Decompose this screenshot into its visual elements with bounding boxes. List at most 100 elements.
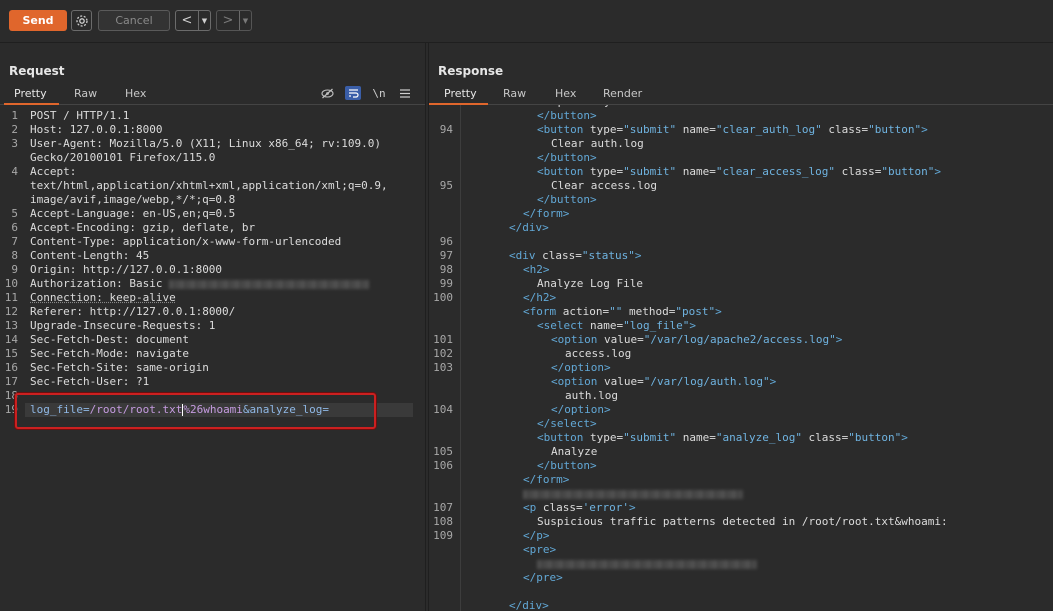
- settings-button[interactable]: [71, 10, 92, 31]
- line-number: [0, 193, 18, 207]
- response-line: </option>: [467, 361, 948, 375]
- response-line: <button type="submit" name="analyze_log"…: [467, 431, 948, 445]
- response-line: </div>: [467, 599, 948, 611]
- response-line: <option value="/var/log/auth.log">: [467, 375, 948, 389]
- response-line: <form action="" method="post">: [467, 305, 948, 319]
- line-number: 17: [0, 375, 18, 389]
- highlight-box: [15, 393, 376, 429]
- forward-arrow-icon: >: [217, 13, 239, 28]
- request-line: Referer: http://127.0.0.1:8000/: [30, 305, 388, 319]
- request-line: Sec-Fetch-Site: same-origin: [30, 361, 388, 375]
- request-line: Connection: keep-alive: [30, 291, 388, 305]
- response-line: <button type="submit" name="clear_auth_l…: [467, 123, 948, 137]
- request-line: User-Agent: Mozilla/5.0 (X11; Linux x86_…: [30, 137, 388, 151]
- response-line: <button type="submit" name="clear_access…: [467, 165, 948, 179]
- response-line: Analyze: [467, 445, 948, 459]
- response-line: </button>: [467, 193, 948, 207]
- eye-off-icon[interactable]: [319, 86, 335, 100]
- line-number: [429, 375, 453, 389]
- line-number: 5: [0, 207, 18, 221]
- response-line: </div>: [467, 221, 948, 235]
- tab-pretty[interactable]: Pretty: [444, 87, 477, 100]
- forward-button[interactable]: > ▼: [216, 10, 252, 31]
- tab-hex[interactable]: Hex: [555, 87, 576, 100]
- redacted-value: [523, 490, 743, 499]
- response-line-numbers: 94 95 96 97 98 99 100 101 102 103 104 105 106 107 108 1…: [429, 105, 453, 611]
- request-line: Host: 127.0.0.1:8000: [30, 123, 388, 137]
- response-line: [467, 557, 948, 571]
- response-line: auth.log: [467, 389, 948, 403]
- back-button[interactable]: < ▼: [175, 10, 211, 31]
- back-dropdown-icon[interactable]: ▼: [198, 11, 210, 30]
- line-number: [429, 305, 453, 319]
- line-number: 99: [429, 277, 453, 291]
- tab-raw[interactable]: Raw: [503, 87, 526, 100]
- menu-icon[interactable]: [397, 86, 413, 100]
- request-line: Sec-Fetch-Dest: document: [30, 333, 388, 347]
- line-number: 16: [0, 361, 18, 375]
- response-line: </p>: [467, 529, 948, 543]
- back-arrow-icon: <: [176, 13, 198, 28]
- toolbar: Send Cancel < ▼ > ▼: [0, 0, 1053, 43]
- response-line: </form>: [467, 473, 948, 487]
- request-line: Accept-Encoding: gzip, deflate, br: [30, 221, 388, 235]
- send-button[interactable]: Send: [9, 10, 67, 31]
- response-line: [467, 235, 948, 249]
- line-number: 12: [0, 305, 18, 319]
- line-number: [0, 179, 18, 193]
- response-line: Clear auth.log: [467, 137, 948, 151]
- line-number: 4: [0, 165, 18, 179]
- response-line: <pre>: [467, 543, 948, 557]
- request-line: Content-Length: 45: [30, 249, 388, 263]
- line-number: 6: [0, 221, 18, 235]
- response-editor[interactable]: 94 95 96 97 98 99 100 101 102 103 104 105 106 107 108 1…: [429, 105, 1053, 611]
- request-title: Request: [9, 64, 65, 78]
- request-tabs: Pretty Raw Hex \n: [0, 84, 425, 105]
- line-number: [429, 487, 453, 501]
- response-line: access.log: [467, 347, 948, 361]
- line-number: 98: [429, 263, 453, 277]
- line-number: [429, 557, 453, 571]
- forward-dropdown-icon[interactable]: ▼: [239, 11, 251, 30]
- tab-render[interactable]: Render: [603, 87, 642, 100]
- line-number: 109: [429, 529, 453, 543]
- response-tabs: Pretty Raw Hex Render: [429, 84, 1053, 105]
- request-editor[interactable]: 1 2 3 4 5 6 7 8 9 10 11 12 13 14 15 16 17 18 19 POST / HTT…: [0, 105, 425, 611]
- newline-icon[interactable]: \n: [371, 86, 387, 100]
- response-line: [467, 585, 948, 599]
- request-code[interactable]: POST / HTTP/1.1 Host: 127.0.0.1:8000 User-…: [30, 109, 388, 417]
- response-pane: Response Pretty Raw Hex Render 94 95 96 97 9…: [428, 43, 1053, 611]
- response-line: </h2>: [467, 291, 948, 305]
- line-number: [429, 473, 453, 487]
- response-line: </pre>: [467, 571, 948, 585]
- line-number: 97: [429, 249, 453, 263]
- response-line: <option value="/var/log/apache2/access.l…: [467, 333, 948, 347]
- wrap-icon[interactable]: [345, 86, 361, 100]
- line-number: 107: [429, 501, 453, 515]
- line-number: [429, 319, 453, 333]
- line-number: [429, 109, 453, 123]
- tab-hex[interactable]: Hex: [125, 87, 146, 100]
- request-line: image/avif,image/webp,*/*;q=0.8: [30, 193, 388, 207]
- response-line: Analyze Log File: [467, 277, 948, 291]
- request-line: Content-Type: application/x-www-form-url…: [30, 235, 388, 249]
- request-line: Sec-Fetch-User: ?1: [30, 375, 388, 389]
- request-line: POST / HTTP/1.1: [30, 109, 388, 123]
- response-line: Suspicious traffic patterns detected in …: [467, 515, 948, 529]
- line-number: 104: [429, 403, 453, 417]
- response-line: </form>: [467, 207, 948, 221]
- request-pane: Request Pretty Raw Hex \n 1 2 3 4 5 6 7 8 9 10 11 1…: [0, 43, 426, 611]
- response-line: <h2>: [467, 263, 948, 277]
- request-line: Sec-Fetch-Mode: navigate: [30, 347, 388, 361]
- cancel-button[interactable]: Cancel: [98, 10, 170, 31]
- tab-raw[interactable]: Raw: [74, 87, 97, 100]
- line-number: 100: [429, 291, 453, 305]
- response-line: <select name="log_file">: [467, 319, 948, 333]
- line-number: 108: [429, 515, 453, 529]
- response-line: <div class="status">: [467, 249, 948, 263]
- line-number: [0, 151, 18, 165]
- response-code[interactable]: Update system</button><button type="subm…: [467, 105, 948, 611]
- tab-pretty[interactable]: Pretty: [14, 87, 47, 100]
- request-line: Gecko/20100101 Firefox/115.0: [30, 151, 388, 165]
- redacted-value: [169, 280, 369, 289]
